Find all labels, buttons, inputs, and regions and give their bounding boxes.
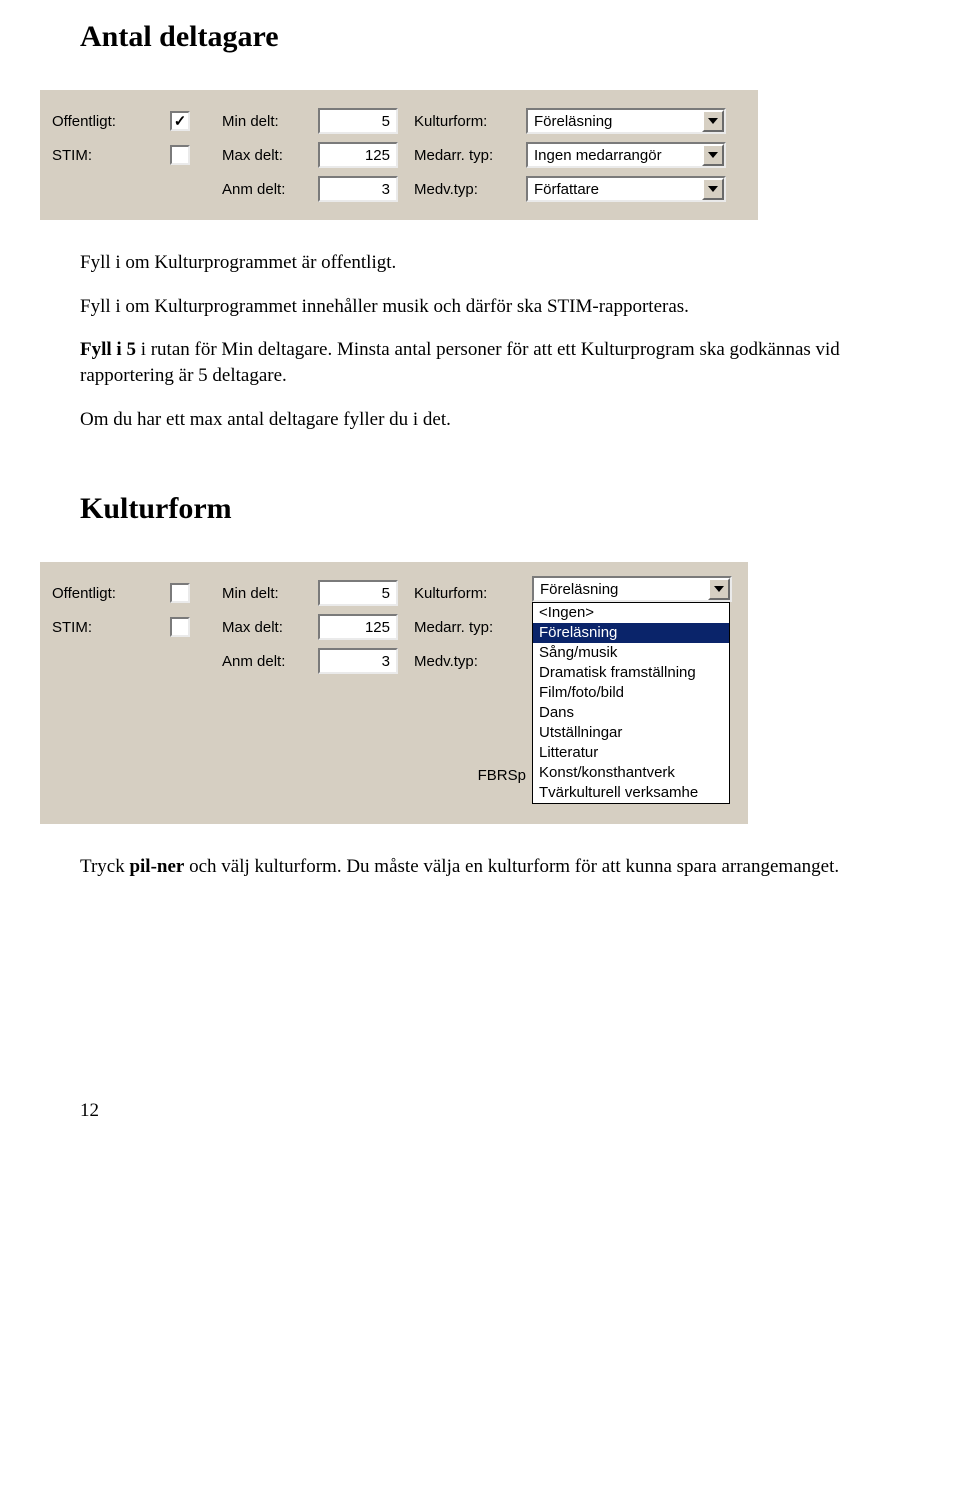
para-stim: Fyll i om Kulturprogrammet innehåller mu… — [80, 294, 840, 320]
chevron-down-icon[interactable] — [708, 578, 730, 600]
kulturform-label: Kulturform: — [414, 113, 526, 130]
kulturform-option[interactable]: Konst/konsthantverk — [533, 763, 729, 783]
page-number: 12 — [80, 1100, 940, 1122]
offentligt-checkbox-2[interactable] — [170, 583, 190, 603]
max-delt-label: Max delt: — [222, 147, 318, 164]
medarr-label: Medarr. typ: — [414, 147, 526, 164]
para-offentligt: Fyll i om Kulturprogrammet är offentligt… — [80, 250, 840, 276]
max-delt-input-2[interactable] — [318, 614, 398, 640]
kulturform-listbox[interactable]: <Ingen>FöreläsningSång/musikDramatisk fr… — [532, 602, 730, 804]
kulturform-option[interactable]: Föreläsning — [533, 623, 729, 643]
heading-antal-deltagare: Antal deltagare — [80, 20, 940, 54]
min-delt-input[interactable] — [318, 108, 398, 134]
anm-delt-label-2: Anm delt: — [222, 653, 318, 670]
heading-kulturform: Kulturform — [80, 492, 940, 526]
offentligt-label: Offentligt: — [52, 113, 170, 130]
anm-delt-input[interactable] — [318, 176, 398, 202]
kulturform-combo-text: Föreläsning — [528, 113, 702, 130]
min-delt-label: Min delt: — [222, 113, 318, 130]
kulturform-combo[interactable]: Föreläsning — [526, 108, 726, 134]
para-max-deltagare: Om du har ett max antal deltagare fyller… — [80, 407, 840, 433]
kulturform-option[interactable]: <Ingen> — [533, 603, 729, 623]
max-delt-label-2: Max delt: — [222, 619, 318, 636]
stim-label-2: STIM: — [52, 619, 170, 636]
min-delt-label-2: Min delt: — [222, 585, 318, 602]
kulturform-option[interactable]: Film/foto/bild — [533, 683, 729, 703]
kulturform-option[interactable]: Dans — [533, 703, 729, 723]
para5-c: och välj kulturform. Du måste välja en k… — [184, 856, 839, 877]
offentligt-checkbox[interactable] — [170, 111, 190, 131]
medarr-combo[interactable]: Ingen medarrangör — [526, 142, 726, 168]
medarr-combo-text: Ingen medarrangör — [528, 147, 702, 164]
max-delt-input[interactable] — [318, 142, 398, 168]
fbrsp-label: FBRSp — [414, 767, 532, 784]
para-kulturform: Tryck pil-ner och välj kulturform. Du må… — [80, 854, 840, 880]
stim-checkbox[interactable] — [170, 145, 190, 165]
medv-label: Medv.typ: — [414, 181, 526, 198]
kulturform-option[interactable]: Dramatisk framställning — [533, 663, 729, 683]
medv-combo-text: Författare — [528, 181, 702, 198]
min-delt-input-2[interactable] — [318, 580, 398, 606]
kulturform-option[interactable]: Litteratur — [533, 743, 729, 763]
anm-delt-input-2[interactable] — [318, 648, 398, 674]
medarr-label-2: Medarr. typ: — [414, 619, 526, 636]
medv-label-2: Medv.typ: — [414, 653, 526, 670]
anm-delt-label: Anm delt: — [222, 181, 318, 198]
para5-bold: pil-ner — [129, 856, 184, 877]
stim-checkbox-2[interactable] — [170, 617, 190, 637]
kulturform-option[interactable]: Tvärkulturell verksamhe — [533, 783, 729, 803]
offentligt-label-2: Offentligt: — [52, 585, 170, 602]
kulturform-combo-open-text: Föreläsning — [534, 581, 708, 598]
chevron-down-icon[interactable] — [702, 144, 724, 166]
kulturform-option[interactable]: Sång/musik — [533, 643, 729, 663]
kulturform-option[interactable]: Utställningar — [533, 723, 729, 743]
stim-label: STIM: — [52, 147, 170, 164]
kulturform-label-2: Kulturform: — [414, 585, 526, 602]
form-panel-1: Offentligt: Min delt: Kulturform: Förelä… — [40, 90, 758, 220]
para-min-bold: Fyll i 5 — [80, 339, 136, 360]
form-panel-2: Offentligt: Min delt: Kulturform: STIM: … — [40, 562, 748, 824]
kulturform-combo-open[interactable]: Föreläsning — [532, 576, 732, 602]
chevron-down-icon[interactable] — [702, 178, 724, 200]
chevron-down-icon[interactable] — [702, 110, 724, 132]
medv-combo[interactable]: Författare — [526, 176, 726, 202]
para-min-rest: i rutan för Min deltagare. Minsta antal … — [80, 339, 840, 386]
para5-a: Tryck — [80, 856, 129, 877]
para-min-deltagare: Fyll i 5 i rutan för Min deltagare. Mins… — [80, 337, 840, 388]
